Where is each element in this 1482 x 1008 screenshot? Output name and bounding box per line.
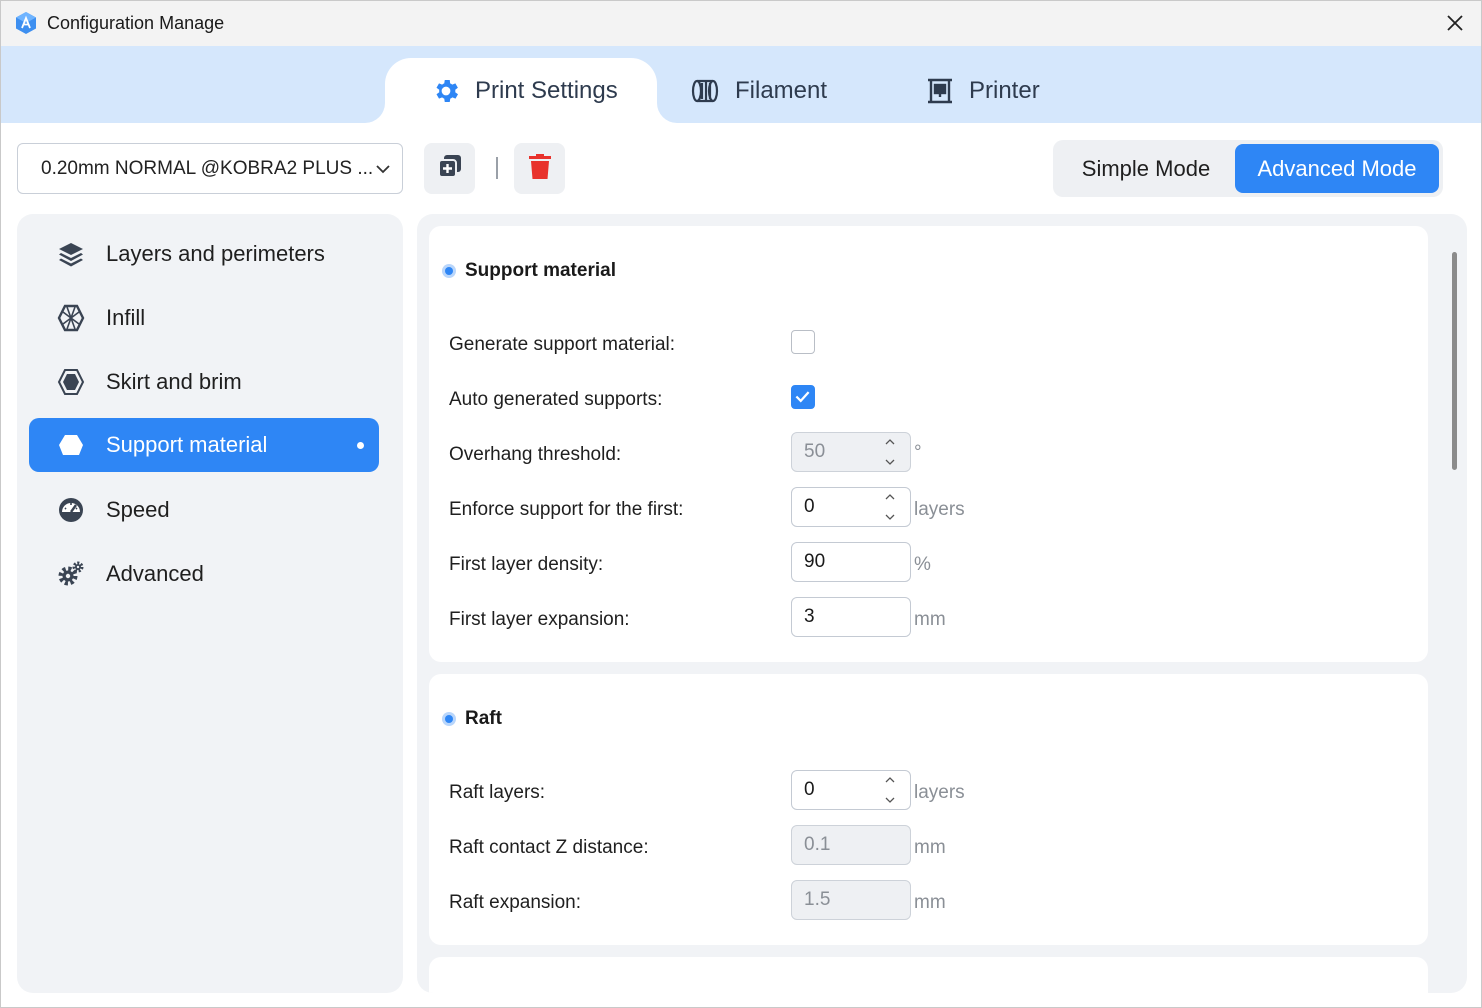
spin-arrows-icon[interactable]: [884, 492, 896, 522]
content-scrollbar[interactable]: [1452, 252, 1457, 470]
advanced-mode-button[interactable]: Advanced Mode: [1235, 144, 1439, 193]
generate-support-label: Generate support material:: [449, 334, 676, 355]
tab-bar: Print Settings Filament Printer: [1, 46, 1481, 123]
settings-content-panel: Support material Generate support materi…: [417, 214, 1467, 993]
sidebar-item-skirt-and-brim[interactable]: Skirt and brim: [29, 355, 379, 409]
spin-arrows-icon[interactable]: [884, 775, 896, 805]
unit-label: mm: [914, 609, 946, 630]
unit-label: mm: [914, 892, 946, 913]
raft-expansion-label: Raft expansion:: [449, 892, 582, 913]
overhang-threshold-label: Overhang threshold:: [449, 444, 622, 465]
layers-icon: [57, 240, 85, 268]
filament-spool-icon: [691, 76, 721, 106]
tab-label: Filament: [735, 76, 828, 104]
first-layer-expansion-label: First layer expansion:: [449, 609, 630, 630]
next-section-card: [429, 957, 1428, 993]
sidebar-item-infill[interactable]: Infill: [29, 291, 379, 345]
delete-preset-button[interactable]: [514, 143, 565, 194]
section-bullet-icon: [442, 712, 456, 726]
close-button[interactable]: [1443, 11, 1467, 35]
printer-icon: [925, 76, 955, 106]
raft-expansion-input[interactable]: 1.5: [791, 880, 911, 920]
tab-label: Print Settings: [475, 76, 618, 104]
sidebar-item-label: Advanced: [106, 561, 204, 586]
enforce-support-label: Enforce support for the first:: [449, 499, 684, 520]
gear-icon: [431, 76, 461, 106]
tab-print-settings[interactable]: Print Settings: [385, 58, 657, 123]
section-title: Raft: [442, 708, 502, 730]
unit-label: %: [914, 554, 931, 575]
configuration-manager-window: Configuration Manage Print Settings Fila…: [0, 0, 1482, 1008]
toolbar-divider: [496, 157, 498, 179]
sidebar-item-label: Skirt and brim: [106, 369, 242, 394]
auto-generated-supports-checkbox[interactable]: [791, 385, 815, 409]
preset-value: 0.20mm NORMAL @KOBRA2 PLUS ...: [41, 157, 374, 179]
close-icon: [1447, 15, 1463, 31]
copy-preset-button[interactable]: [424, 143, 475, 194]
skirt-brim-icon: [57, 368, 85, 396]
sidebar-item-support-material[interactable]: Support material: [29, 418, 379, 472]
preset-dropdown[interactable]: 0.20mm NORMAL @KOBRA2 PLUS ...: [17, 143, 403, 194]
section-title: Support material: [442, 260, 616, 282]
infill-icon: [57, 304, 85, 332]
unit-label: °: [914, 442, 922, 463]
raft-contact-z-distance-input[interactable]: 0.1: [791, 825, 911, 865]
mode-switch: Simple Mode Advanced Mode: [1053, 140, 1443, 197]
auto-generated-supports-label: Auto generated supports:: [449, 389, 663, 410]
sidebar-item-layers-and-perimeters[interactable]: Layers and perimeters: [29, 227, 379, 281]
raft-layers-input[interactable]: 0: [791, 770, 911, 810]
window-title: Configuration Manage: [47, 13, 225, 33]
raft-layers-label: Raft layers:: [449, 782, 546, 803]
unit-label: mm: [914, 837, 946, 858]
first-layer-density-label: First layer density:: [449, 554, 604, 575]
unit-label: layers: [914, 499, 965, 520]
simple-mode-button[interactable]: Simple Mode: [1057, 144, 1235, 193]
raft-section: Raft Raft layers: 0 layers Raft contact …: [429, 674, 1428, 945]
sidebar-item-speed[interactable]: Speed: [29, 483, 379, 537]
anycubic-logo-icon: [14, 11, 38, 35]
settings-sidebar: Layers and perimeters Infill Skirt and b…: [17, 214, 403, 993]
first-layer-density-input[interactable]: 90: [791, 542, 911, 582]
advanced-gears-icon: [57, 560, 85, 588]
raft-contact-z-distance-label: Raft contact Z distance:: [449, 837, 649, 858]
sidebar-item-label: Layers and perimeters: [106, 241, 325, 266]
trash-icon: [527, 151, 553, 186]
support-material-section: Support material Generate support materi…: [429, 226, 1428, 662]
sidebar-item-advanced[interactable]: Advanced: [29, 547, 379, 601]
enforce-support-input[interactable]: 0: [791, 487, 911, 527]
modified-indicator-dot: [357, 442, 364, 449]
sidebar-item-label: Support material: [106, 432, 268, 457]
spin-arrows-icon[interactable]: [884, 437, 896, 467]
unit-label: layers: [914, 782, 965, 803]
tab-label: Printer: [969, 76, 1040, 104]
sidebar-item-label: Speed: [106, 497, 170, 522]
speedometer-icon: [57, 496, 85, 524]
support-icon: [57, 431, 85, 459]
title-bar: Configuration Manage: [1, 1, 1481, 46]
sidebar-item-label: Infill: [106, 305, 146, 330]
section-bullet-icon: [442, 264, 456, 278]
checkmark-icon: [795, 391, 810, 403]
generate-support-checkbox[interactable]: [791, 330, 815, 354]
tab-filament[interactable]: Filament: [691, 58, 827, 123]
overhang-threshold-input[interactable]: 50: [791, 432, 911, 472]
chevron-down-icon: [374, 160, 392, 178]
copy-icon: [436, 152, 464, 185]
tab-printer[interactable]: Printer: [925, 58, 1040, 123]
first-layer-expansion-input[interactable]: 3: [791, 597, 911, 637]
